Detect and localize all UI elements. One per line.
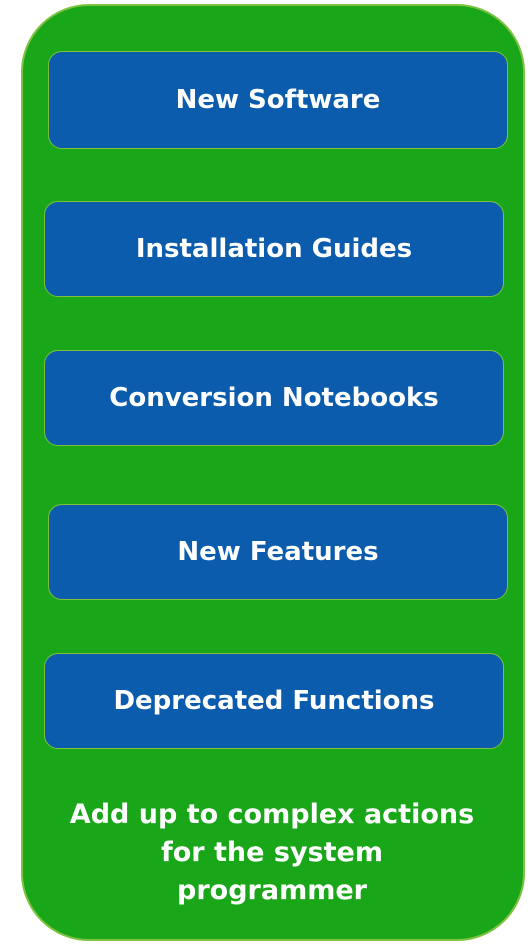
footer-line-3: programmer — [177, 875, 367, 906]
installation-guides-label: Installation Guides — [135, 234, 413, 264]
installation-guides-box: Installation Guides — [44, 201, 504, 297]
conversion-notebooks-box: Conversion Notebooks — [44, 350, 504, 446]
conversion-notebooks-label: Conversion Notebooks — [109, 383, 439, 413]
footer-caption: Add up to complex actions for the system… — [22, 796, 522, 910]
footer-line-2: for the system — [161, 837, 383, 868]
deprecated-functions-box: Deprecated Functions — [44, 653, 504, 749]
new-features-box: New Features — [48, 504, 508, 600]
new-software-box: New Software — [48, 51, 508, 149]
deprecated-functions-label: Deprecated Functions — [113, 686, 435, 716]
footer-line-1: Add up to complex actions — [69, 799, 475, 830]
new-features-label: New Features — [177, 537, 379, 567]
new-software-label: New Software — [175, 85, 381, 115]
